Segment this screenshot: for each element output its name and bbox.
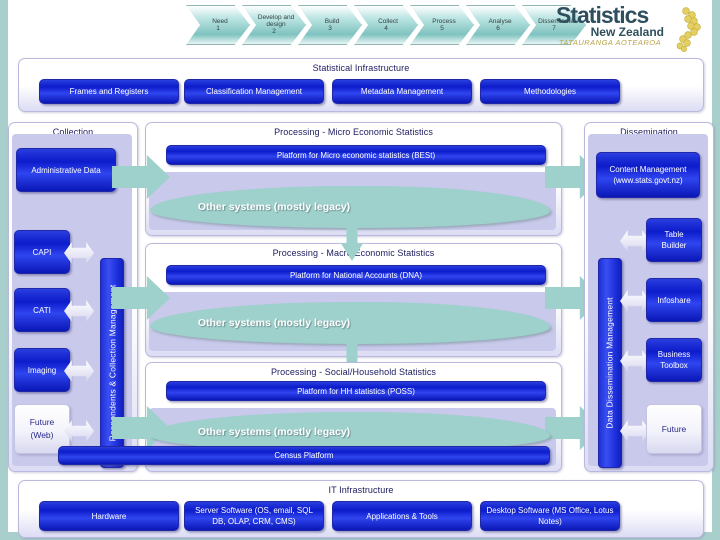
statistical-infrastructure-box-label: Methodologies [523, 87, 577, 96]
it-infrastructure-box-label: Applications & Tools [366, 511, 438, 521]
it-infrastructure-box-2[interactable]: Server Software (OS, email, SQL DB, OLAP… [184, 501, 324, 531]
statistical-infrastructure-box-3[interactable]: Metadata Management [332, 79, 472, 104]
it-infrastructure-title: IT Infrastructure [328, 485, 394, 495]
lifecycle-step-5[interactable]: Process 5 [410, 5, 474, 45]
business-toolbox-label-2: Toolbox [660, 361, 688, 370]
statistical-infrastructure-box-label: Frames and Registers [69, 87, 149, 96]
diagram-canvas: Need 1 Develop and design 2 Build 3 Collect 4 Pr… [0, 0, 720, 540]
content-management-label-1: Content Management [609, 165, 687, 174]
it-infrastructure-box-4[interactable]: Desktop Software (MS Office, Lotus Notes… [480, 501, 620, 531]
lifecycle-step-1[interactable]: Need 1 [186, 5, 250, 45]
lifecycle-step-4[interactable]: Collect 4 [354, 5, 418, 45]
dissemination-future-label: Future [661, 423, 687, 434]
lifecycle-step-number: 4 [384, 24, 388, 32]
lifecycle-step-3[interactable]: Build 3 [298, 5, 362, 45]
macro-legacy-systems-label: Other systems (mostly legacy) [197, 317, 351, 329]
statistical-infrastructure-title: Statistical Infrastructure [312, 63, 410, 73]
lifecycle-step-label: Build [324, 17, 340, 25]
statistics-nz-logo: Statistics New Zealand TATAURANGA AOTEAR… [556, 4, 706, 54]
administrative-data-box[interactable]: Administrative Data [16, 148, 116, 192]
infoshare-label-1: Infoshare [657, 295, 691, 305]
imaging-label: Imaging [27, 365, 57, 375]
statistical-infrastructure-box-4[interactable]: Methodologies [480, 79, 620, 104]
lifecycle-step-number: 5 [440, 24, 444, 32]
cati-label: CATI [33, 305, 51, 315]
it-infrastructure-box-label: Hardware [91, 511, 127, 521]
lifecycle-step-label: Analyse [488, 17, 512, 25]
content-management-box[interactable]: Content Management (www.stats.govt.nz) [596, 152, 700, 198]
census-platform-label: Census Platform [274, 451, 334, 460]
best-platform-label: Platform for Micro economic statistics (… [276, 150, 436, 160]
statistical-infrastructure-box-label: Metadata Management [360, 87, 444, 96]
table-builder-label-1: Table [664, 230, 684, 239]
new-zealand-map-icon [676, 7, 701, 52]
macro-legacy-systems-blob: Other systems (mostly legacy) [150, 302, 550, 344]
statistical-infrastructure-box-label: Classification Management [205, 87, 303, 96]
processing-social-title: Processing - Social/Household Statistics [270, 367, 437, 377]
infoshare-box[interactable]: Infoshare [646, 278, 702, 322]
logo-line-tauranga: TATAURANGA AOTEAROA [558, 38, 662, 47]
lifecycle-step-6[interactable]: Analyse 6 [466, 5, 530, 45]
micro-legacy-systems-label: Other systems (mostly legacy) [197, 201, 351, 213]
poss-platform-box[interactable]: Platform for HH statistics (POSS) [166, 381, 546, 401]
statistical-infrastructure-box-2[interactable]: Classification Management [184, 79, 324, 104]
social-legacy-systems-label: Other systems (mostly legacy) [197, 426, 351, 438]
lifecycle-step-number: 3 [328, 24, 332, 32]
data-dissemination-management-label: Data Dissemination Management [605, 297, 616, 429]
business-toolbox-box[interactable]: Business Toolbox [646, 338, 702, 382]
lifecycle-step-number: 1 [216, 24, 220, 32]
it-infrastructure-box-1[interactable]: Hardware [39, 501, 179, 531]
capi-box[interactable]: CAPI [14, 230, 70, 274]
lifecycle-step-number: 2 [272, 28, 276, 35]
lifecycle-step-2[interactable]: Develop and design 2 [242, 5, 306, 45]
administrative-data-label: Administrative Data [31, 165, 101, 175]
it-infrastructure-panel: IT Infrastructure Hardware Server Softwar… [18, 480, 704, 538]
best-platform-box[interactable]: Platform for Micro economic statistics (… [166, 145, 546, 165]
data-dissemination-management-rail: Data Dissemination Management [598, 258, 622, 468]
statistical-infrastructure-panel: Statistical Infrastructure Frames and Re… [18, 58, 704, 112]
dna-platform-box[interactable]: Platform for National Accounts (DNA) [166, 265, 546, 285]
capi-label: CAPI [32, 247, 52, 257]
cati-box[interactable]: CATI [14, 288, 70, 332]
lifecycle-step-label: Need [212, 17, 228, 25]
business-toolbox-label-1: Business [657, 350, 691, 359]
census-platform-box[interactable]: Census Platform [58, 446, 550, 465]
it-infrastructure-box-label: Server Software (OS, email, SQL DB, OLAP… [195, 506, 313, 526]
processing-micro-title: Processing - Micro Economic Statistics [274, 127, 433, 137]
statistical-infrastructure-box-1[interactable]: Frames and Registers [39, 79, 179, 104]
future-web-label-2: (Web) [30, 430, 54, 440]
statistical-lifecycle: Need 1 Develop and design 2 Build 3 Collect 4 Pr… [186, 5, 586, 49]
lifecycle-step-label: Collect [378, 17, 398, 25]
dna-platform-label: Platform for National Accounts (DNA) [289, 270, 423, 280]
table-builder-label-2: Builder [661, 241, 687, 250]
table-builder-box[interactable]: Table Builder [646, 218, 702, 262]
imaging-box[interactable]: Imaging [14, 348, 70, 392]
it-infrastructure-box-label: Desktop Software (MS Office, Lotus Notes… [486, 506, 614, 526]
content-management-label-2: (www.stats.govt.nz) [613, 176, 683, 185]
dissemination-future-box[interactable]: Future [646, 404, 702, 454]
it-infrastructure-box-3[interactable]: Applications & Tools [332, 501, 472, 531]
lifecycle-step-label: Develop and design [257, 14, 295, 28]
poss-platform-label: Platform for HH statistics (POSS) [297, 386, 415, 396]
future-web-label-1: Future [29, 417, 55, 427]
lifecycle-step-label: Process [432, 17, 456, 25]
lifecycle-step-number: 6 [496, 24, 500, 32]
top-band: Need 1 Develop and design 2 Build 3 Collect 4 Pr… [8, 0, 712, 56]
